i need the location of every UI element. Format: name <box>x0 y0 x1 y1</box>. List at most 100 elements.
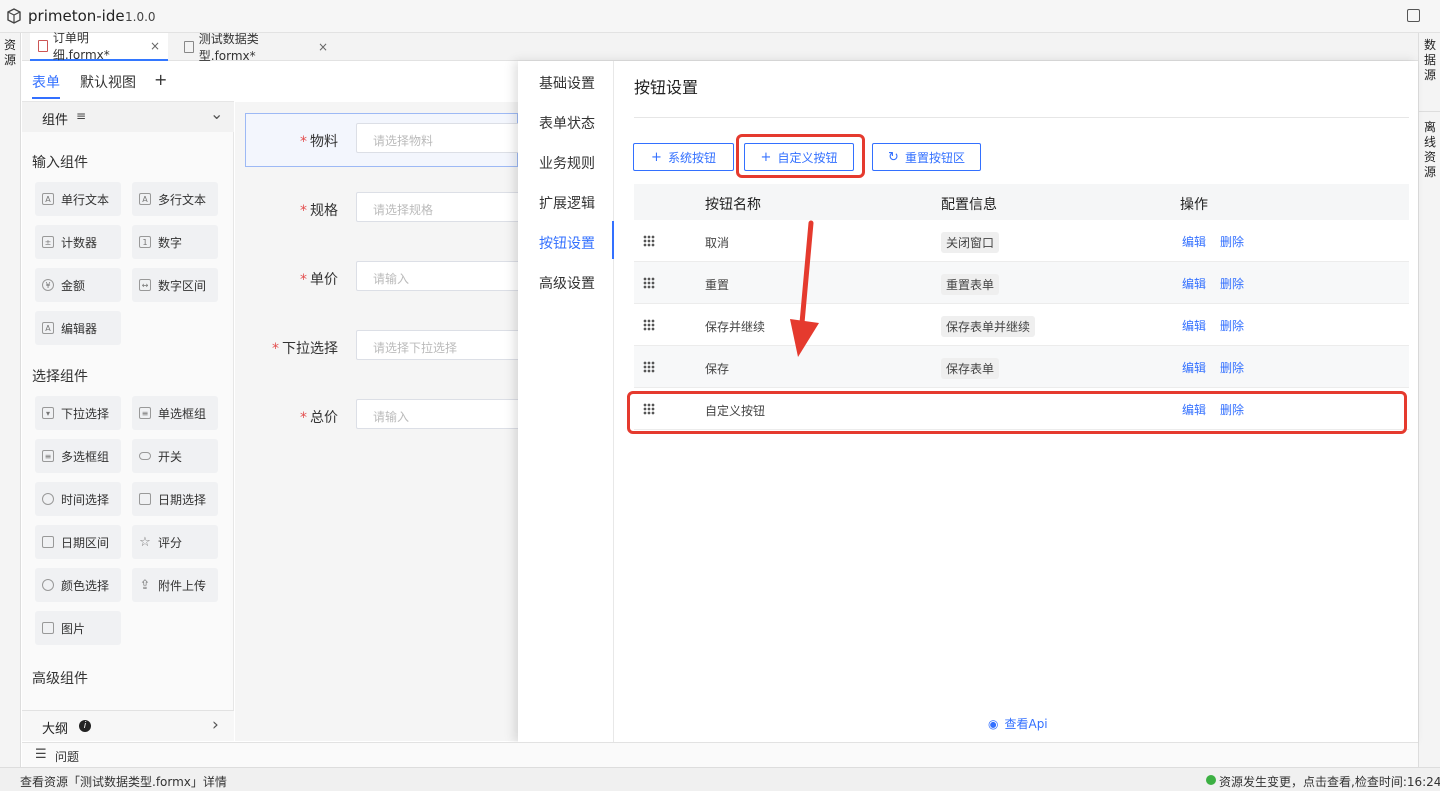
outline-label: 大纲 <box>42 722 69 737</box>
left-activity-strip: 资源 <box>0 33 21 767</box>
form-field-total-price[interactable]: * 总价 请输入 <box>246 389 526 443</box>
column-header-name: 按钮名称 <box>705 197 761 213</box>
drag-handle-icon[interactable] <box>643 361 655 373</box>
data-source-panel-toggle[interactable]: 数据源 <box>1423 38 1437 83</box>
component-editor[interactable]: A 编辑器 <box>35 311 121 345</box>
form-field-material[interactable]: * 物料 请选择物料 <box>246 113 526 167</box>
unit-price-input[interactable]: 请输入 <box>356 261 526 291</box>
component-label: 单行文本 <box>61 192 110 207</box>
column-header-actions: 操作 <box>1180 197 1208 213</box>
form-field-unit-price[interactable]: * 单价 请输入 <box>246 251 526 305</box>
tab-default-view[interactable]: 默认视图 <box>80 72 136 92</box>
button-table-header: 按钮名称 配置信息 操作 <box>634 184 1409 220</box>
menu-business-rules[interactable]: 业务规则 <box>539 153 595 173</box>
component-dropdown-select[interactable]: ▾ 下拉选择 <box>35 396 121 430</box>
outline-panel-header[interactable]: 大纲 i › <box>22 710 234 741</box>
status-resource-link[interactable]: 查看资源「测试数据类型.formx」详情 <box>20 773 227 790</box>
menu-advanced-settings[interactable]: 高级设置 <box>539 273 595 293</box>
editor-icon: A <box>42 322 54 334</box>
component-single-line-text[interactable]: A 单行文本 <box>35 182 121 216</box>
component-file-upload[interactable]: ⇪ 附件上传 <box>132 568 218 602</box>
number-range-icon: ↔ <box>139 279 151 291</box>
spec-select[interactable]: 请选择规格 <box>356 192 526 222</box>
view-api-link[interactable]: ◉ 查看Api <box>988 715 1048 732</box>
delete-link[interactable]: 删除 <box>1220 317 1244 334</box>
component-label: 编辑器 <box>61 321 98 336</box>
component-label: 下拉选择 <box>61 406 110 421</box>
component-rating[interactable]: ☆ 评分 <box>132 525 218 559</box>
config-tag: 重置表单 <box>941 274 1000 295</box>
component-time-picker[interactable]: 时间选择 <box>35 482 121 516</box>
component-color-picker[interactable]: 颜色选择 <box>35 568 121 602</box>
delete-link[interactable]: 删除 <box>1220 233 1244 250</box>
system-button-button[interactable]: + 系统按钮 <box>633 143 734 171</box>
close-icon[interactable]: × <box>318 40 328 54</box>
component-radio-group[interactable]: ≡ 单选框组 <box>132 396 218 430</box>
menu-button-settings[interactable]: 按钮设置 <box>539 233 595 253</box>
component-label: 数字区间 <box>158 278 207 293</box>
form-field-dropdown[interactable]: * 下拉选择 请选择下拉选择 <box>246 320 526 374</box>
component-label: 单选框组 <box>158 406 207 421</box>
total-price-input[interactable]: 请输入 <box>356 399 526 429</box>
edit-link[interactable]: 编辑 <box>1182 359 1206 376</box>
component-label: 颜色选择 <box>61 578 110 593</box>
number-icon: 1 <box>139 236 151 248</box>
window-control-icon[interactable] <box>1407 9 1420 22</box>
dropdown-select[interactable]: 请选择下拉选择 <box>356 330 526 360</box>
offline-resource-panel-toggle[interactable]: 离线资源 <box>1423 120 1437 180</box>
menu-form-state[interactable]: 表单状态 <box>539 113 595 133</box>
component-multi-line-text[interactable]: A 多行文本 <box>132 182 218 216</box>
button-name: 取消 <box>705 236 730 250</box>
delete-link[interactable]: 删除 <box>1220 359 1244 376</box>
component-label: 开关 <box>158 449 183 464</box>
drag-handle-icon[interactable] <box>643 277 655 289</box>
tab-test-data-type[interactable]: 测试数据类型.formx* × <box>176 32 336 63</box>
component-number-range[interactable]: ↔ 数字区间 <box>132 268 218 302</box>
form-file-icon <box>184 41 194 53</box>
field-label: * 规格 <box>300 203 338 219</box>
component-checkbox-group[interactable]: ≡ 多选框组 <box>35 439 121 473</box>
resource-changed-notice[interactable]: 资源发生变更，点击查看,检查时间:16:24 <box>1219 773 1440 790</box>
app-name: primeton-ide <box>28 7 125 25</box>
button-name: 重置 <box>705 278 730 292</box>
drag-handle-icon[interactable] <box>643 235 655 247</box>
component-number[interactable]: 1 数字 <box>132 225 218 259</box>
field-label: * 下拉选择 <box>272 341 338 357</box>
config-tag: 保存表单并继续 <box>941 316 1036 337</box>
plus-icon: + <box>651 149 662 165</box>
list-icon[interactable]: ≡ <box>76 109 86 123</box>
chevron-down-icon[interactable]: ⌄ <box>210 104 223 123</box>
title-bar: primeton-ide 1.0.0 <box>0 0 1440 33</box>
menu-basic-settings[interactable]: 基础设置 <box>539 73 595 93</box>
divider <box>634 117 1409 118</box>
component-date-range[interactable]: 日期区间 <box>35 525 121 559</box>
component-amount[interactable]: ¥ 金额 <box>35 268 121 302</box>
tab-form[interactable]: 表单 <box>32 72 60 92</box>
form-field-spec[interactable]: * 规格 请选择规格 <box>246 182 526 236</box>
component-counter[interactable]: ± 计数器 <box>35 225 121 259</box>
palette-icon <box>42 579 54 591</box>
custom-button-annotation-box <box>736 134 865 178</box>
divider <box>1419 111 1440 112</box>
edit-link[interactable]: 编辑 <box>1182 317 1206 334</box>
resource-panel-toggle[interactable]: 资源 <box>3 38 17 68</box>
reset-button-area-button[interactable]: ↻ 重置按钮区 <box>872 143 981 171</box>
menu-extension-logic[interactable]: 扩展逻辑 <box>539 193 595 213</box>
component-switch[interactable]: 开关 <box>132 439 218 473</box>
edit-link[interactable]: 编辑 <box>1182 275 1206 292</box>
counter-icon: ± <box>42 236 54 248</box>
drag-handle-icon[interactable] <box>643 319 655 331</box>
add-view-button[interactable]: + <box>154 70 167 89</box>
close-icon[interactable]: × <box>150 39 160 53</box>
designer-top-nav: 表单 默认视图 + <box>22 62 234 102</box>
edit-link[interactable]: 编辑 <box>1182 233 1206 250</box>
component-label: 金额 <box>61 278 86 293</box>
delete-link[interactable]: 删除 <box>1220 275 1244 292</box>
component-image[interactable]: 图片 <box>35 611 121 645</box>
component-date-picker[interactable]: 日期选择 <box>132 482 218 516</box>
problems-panel-header[interactable]: ☰ 问题 <box>22 742 1418 767</box>
toggle-icon <box>139 452 151 460</box>
material-select[interactable]: 请选择物料 <box>356 123 526 153</box>
status-dot-icon <box>1206 775 1216 785</box>
tab-order-detail[interactable]: 订单明细.formx* × <box>30 31 168 62</box>
